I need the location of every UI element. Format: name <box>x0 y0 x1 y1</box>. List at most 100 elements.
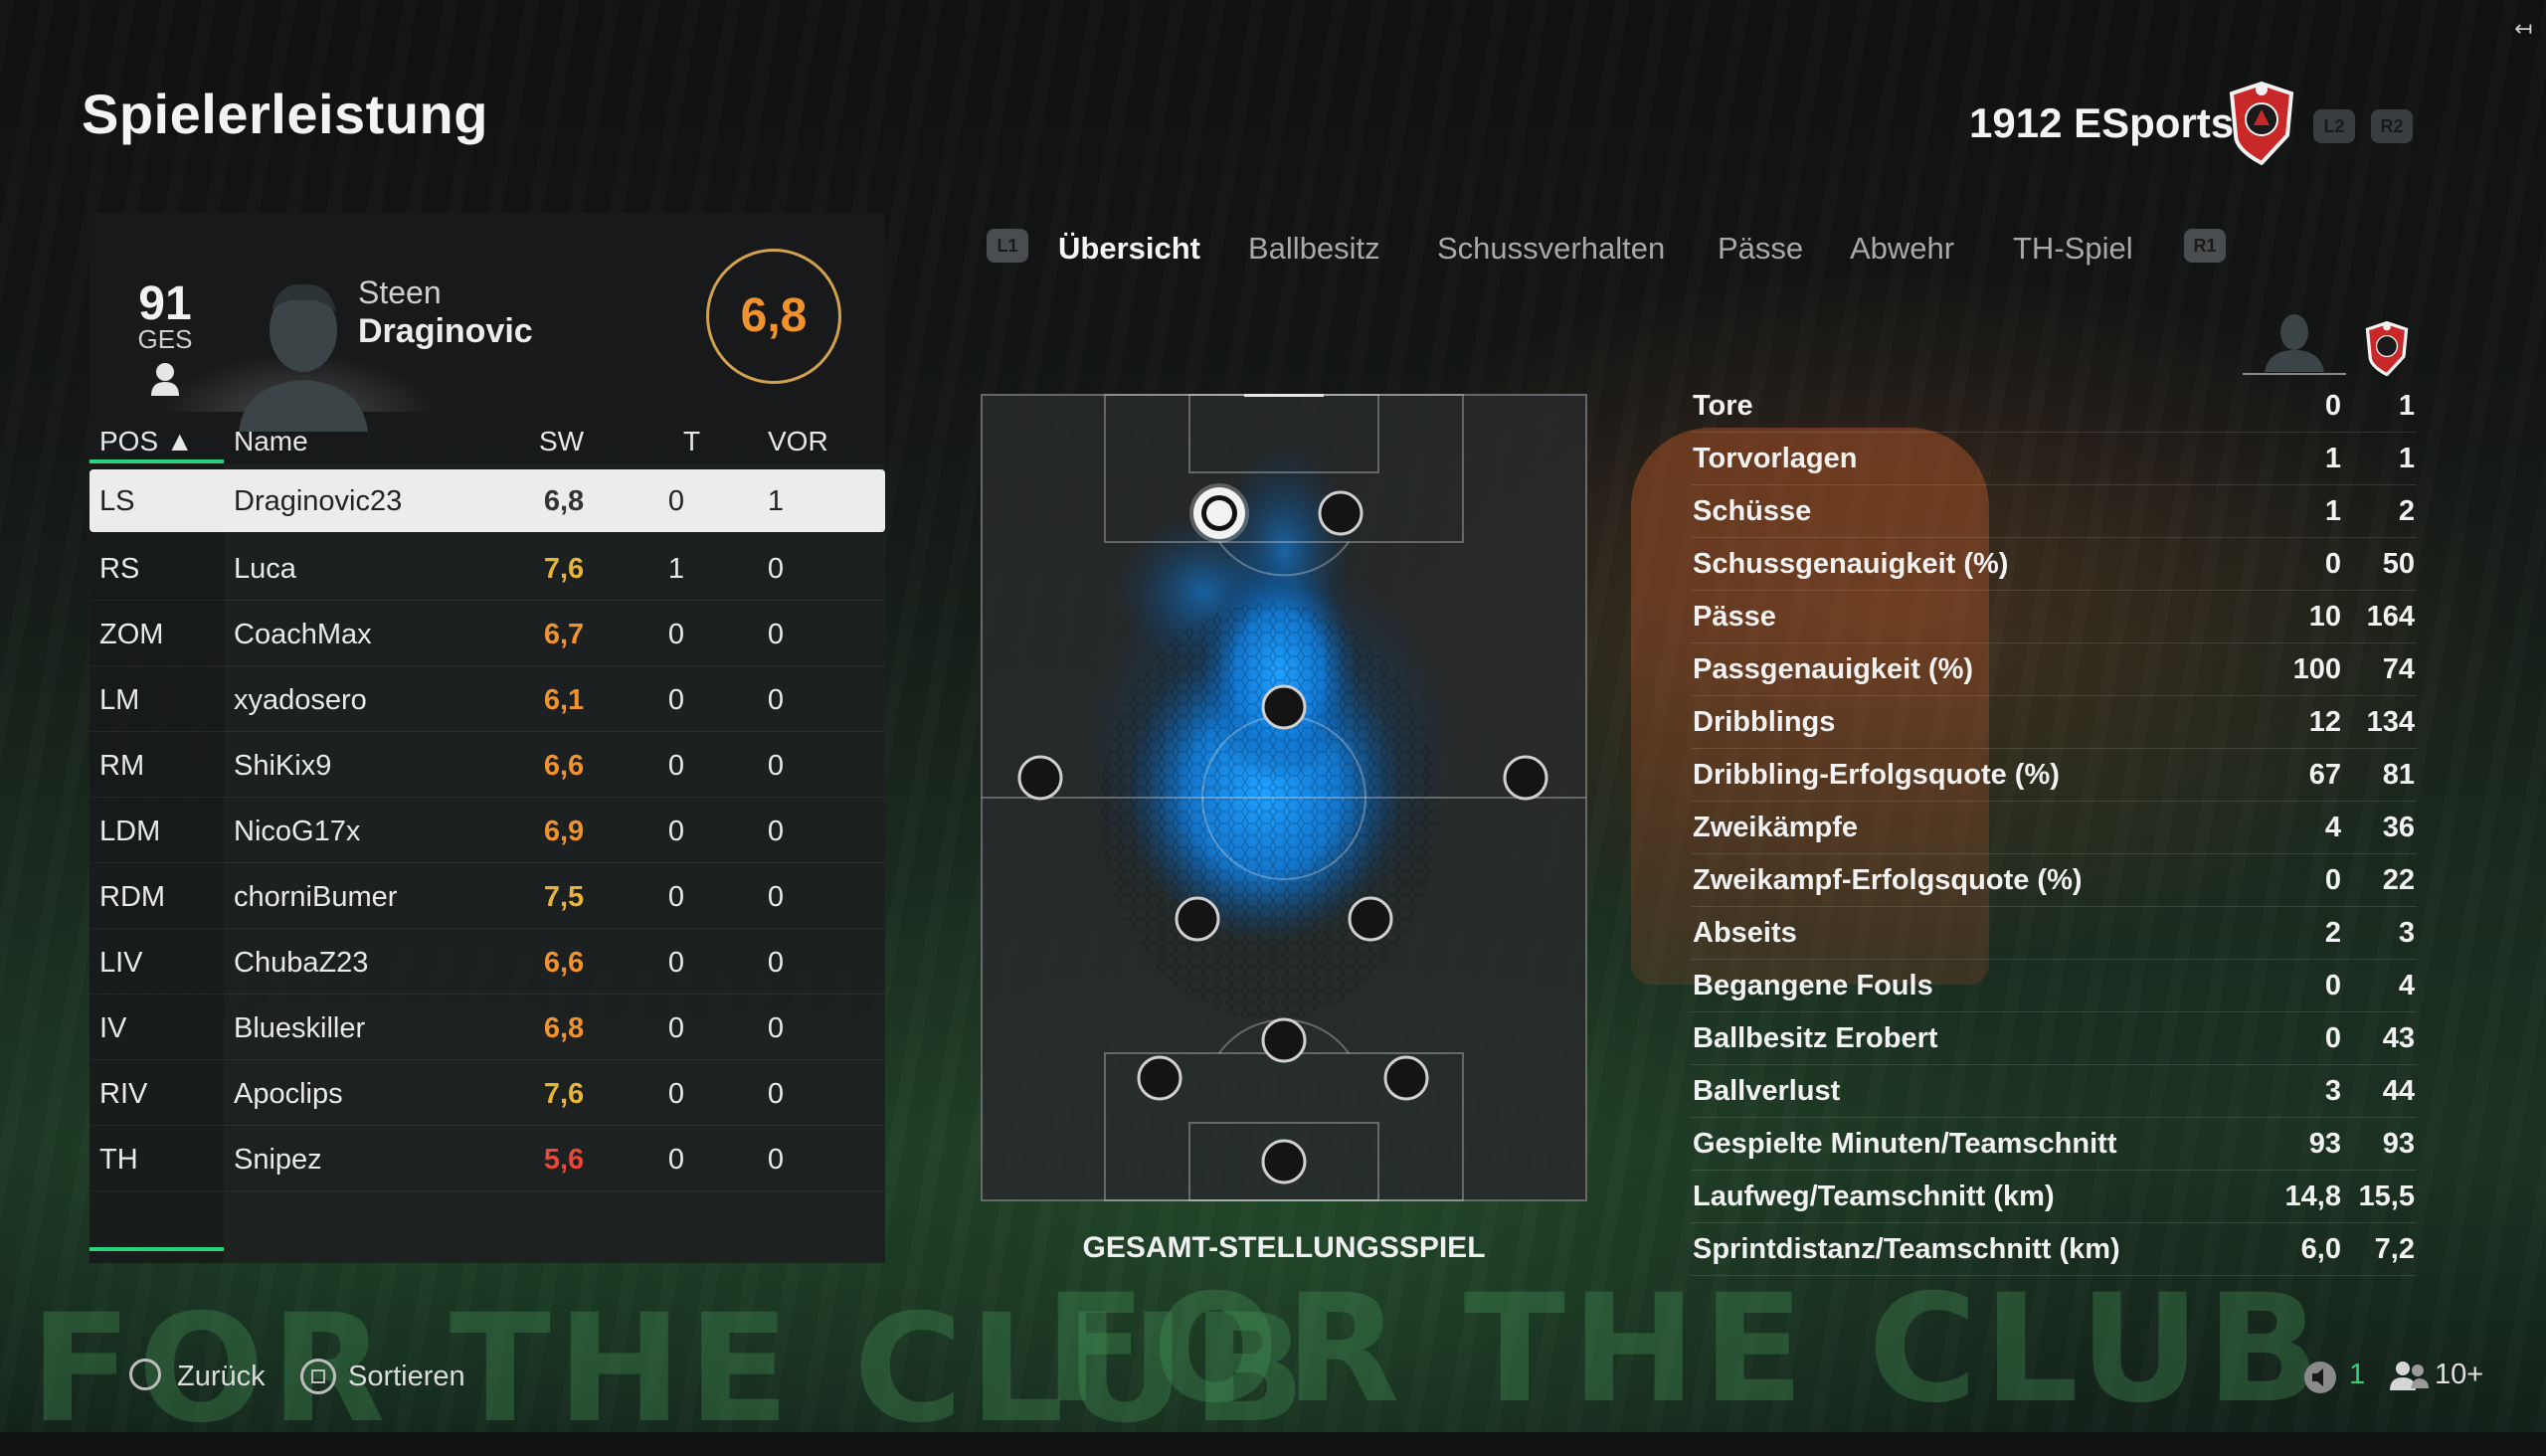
row-goals: 0 <box>667 750 685 782</box>
stat-team-value: 81 <box>2382 759 2415 791</box>
row-name: xyadosero <box>234 684 367 716</box>
stat-row: Zweikämpfe 4 36 <box>1691 802 2417 854</box>
row-goals: 0 <box>667 881 685 913</box>
stat-label: Zweikampf-Erfolgsquote (%) <box>1693 864 2083 896</box>
background-banner: FOR THE CLUB <box>1044 1263 2326 1436</box>
tab-uebersicht[interactable]: Übersicht <box>1058 231 1200 267</box>
row-rating: 6,6 <box>543 947 585 979</box>
row-assists: 0 <box>767 1012 785 1044</box>
table-row[interactable]: LS Draginovic23 6,8 0 1 <box>90 469 885 532</box>
r2-button-icon[interactable]: R2 <box>2371 109 2413 143</box>
header-t[interactable]: T <box>683 426 700 457</box>
stat-player-value: 14,8 <box>2284 1181 2341 1212</box>
square-button-icon <box>300 1359 336 1394</box>
stat-label: Ballverlust <box>1693 1075 1841 1107</box>
row-goals: 0 <box>667 619 685 650</box>
row-name: Blueskiller <box>234 1012 366 1044</box>
stat-label: Dribblings <box>1693 706 1836 738</box>
player-overall: 91 <box>138 277 192 330</box>
stat-row: Begangene Fouls 0 4 <box>1691 960 2417 1012</box>
pitch-caption: GESAMT-STELLUNGSSPIEL <box>1082 1231 1486 1264</box>
row-assists: 0 <box>767 1144 785 1176</box>
l1-button-icon[interactable]: L1 <box>987 229 1028 263</box>
l2-button-icon[interactable]: L2 <box>2313 109 2355 143</box>
header-vor[interactable]: VOR <box>768 426 828 457</box>
stat-player-value: 100 <box>2292 653 2341 685</box>
table-row[interactable]: LDM NicoG17x 6,9 0 0 <box>90 798 885 863</box>
row-pos: LM <box>99 684 140 716</box>
stat-player-value: 6,0 <box>2300 1233 2341 1265</box>
tab-abwehr[interactable]: Abwehr <box>1850 231 1954 267</box>
row-goals: 0 <box>667 485 685 517</box>
header-sw[interactable]: SW <box>539 426 584 457</box>
table-row[interactable]: TH Snipez 5,6 0 0 <box>90 1126 885 1191</box>
speaker-icon <box>2304 1362 2336 1393</box>
stat-player-value: 3 <box>2324 1075 2341 1107</box>
tab-ballbesitz[interactable]: Ballbesitz <box>1248 231 1380 267</box>
row-assists: 0 <box>767 684 785 716</box>
tab-schussverhalten[interactable]: Schussverhalten <box>1437 231 1665 267</box>
stat-player-value: 93 <box>2308 1128 2341 1160</box>
stat-row: Tore 0 1 <box>1691 380 2417 433</box>
stat-team-value: 4 <box>2398 970 2415 1001</box>
stat-row: Sprintdistanz/Teamschnitt (km) 6,0 7,2 <box>1691 1223 2417 1276</box>
r1-button-icon[interactable]: R1 <box>2184 229 2226 263</box>
tab-th-spiel[interactable]: TH-Spiel <box>2013 231 2133 267</box>
stat-team-value: 1 <box>2398 443 2415 474</box>
table-header: POS ▲ Name SW T VOR <box>90 414 885 463</box>
tab-paesse[interactable]: Pässe <box>1718 231 1803 267</box>
team-column-crest-icon <box>2365 320 2409 376</box>
row-goals: 0 <box>667 816 685 847</box>
stat-label: Sprintdistanz/Teamschnitt (km) <box>1693 1233 2120 1265</box>
stat-team-value: 134 <box>2366 706 2415 738</box>
row-goals: 0 <box>667 1012 685 1044</box>
stat-team-value: 1 <box>2398 390 2415 422</box>
stat-label: Begangene Fouls <box>1693 970 1933 1001</box>
stat-label: Pässe <box>1693 601 1776 633</box>
club-crest-icon <box>2229 81 2294 165</box>
stat-team-value: 93 <box>2382 1128 2415 1160</box>
table-row[interactable]: ZOM CoachMax 6,7 0 0 <box>90 601 885 666</box>
row-pos: LDM <box>99 816 161 847</box>
row-rating: 7,6 <box>543 1078 585 1110</box>
row-pos: ZOM <box>99 619 164 650</box>
stat-row: Zweikampf-Erfolgsquote (%) 0 22 <box>1691 854 2417 907</box>
header-pos[interactable]: POS ▲ <box>99 426 194 457</box>
row-assists: 0 <box>767 816 785 847</box>
row-rating: 7,5 <box>543 881 585 913</box>
stat-row: Laufweg/Teamschnitt (km) 14,8 15,5 <box>1691 1171 2417 1223</box>
club-name: 1912 ESports <box>1969 99 2235 146</box>
table-row[interactable]: LM xyadosero 6,1 0 0 <box>90 666 885 732</box>
table-row[interactable]: IV Blueskiller 6,8 0 0 <box>90 995 885 1060</box>
stat-player-value: 0 <box>2324 970 2341 1001</box>
table-row[interactable]: RDM chorniBumer 7,5 0 0 <box>90 863 885 929</box>
table-row[interactable]: RM ShiKix9 6,6 0 0 <box>90 732 885 798</box>
table-row[interactable]: RIV Apoclips 7,6 0 0 <box>90 1060 885 1126</box>
player-column-icon <box>2243 314 2346 375</box>
player-first-name: Steen <box>358 274 442 310</box>
stat-team-value: 36 <box>2382 812 2415 843</box>
stat-player-value: 4 <box>2324 812 2341 843</box>
stat-team-value: 3 <box>2398 917 2415 949</box>
row-assists: 0 <box>767 553 785 585</box>
row-rating: 6,7 <box>543 619 585 650</box>
row-assists: 0 <box>767 881 785 913</box>
stat-team-value: 50 <box>2382 548 2415 580</box>
row-rating: 6,9 <box>543 816 585 847</box>
row-pos: RDM <box>99 881 166 913</box>
back-button-label: Zurück <box>177 1361 266 1392</box>
row-pos: IV <box>99 1012 127 1044</box>
sort-indicator <box>90 459 224 463</box>
row-assists: 1 <box>767 485 785 517</box>
stat-label: Torvorlagen <box>1693 443 1858 474</box>
exit-icon[interactable]: ↤ <box>2514 16 2532 42</box>
header-name[interactable]: Name <box>234 426 308 457</box>
row-name: NicoG17x <box>234 816 361 847</box>
stat-row: Dribblings 12 134 <box>1691 696 2417 749</box>
table-row[interactable]: RS Luca 7,6 1 0 <box>90 535 885 601</box>
sort-button-label: Sortieren <box>348 1361 465 1392</box>
table-row[interactable]: LIV ChubaZ23 6,6 0 0 <box>90 929 885 995</box>
row-name: Snipez <box>234 1144 322 1176</box>
row-pos: RIV <box>99 1078 148 1110</box>
voice-count: 1 <box>2349 1359 2366 1390</box>
